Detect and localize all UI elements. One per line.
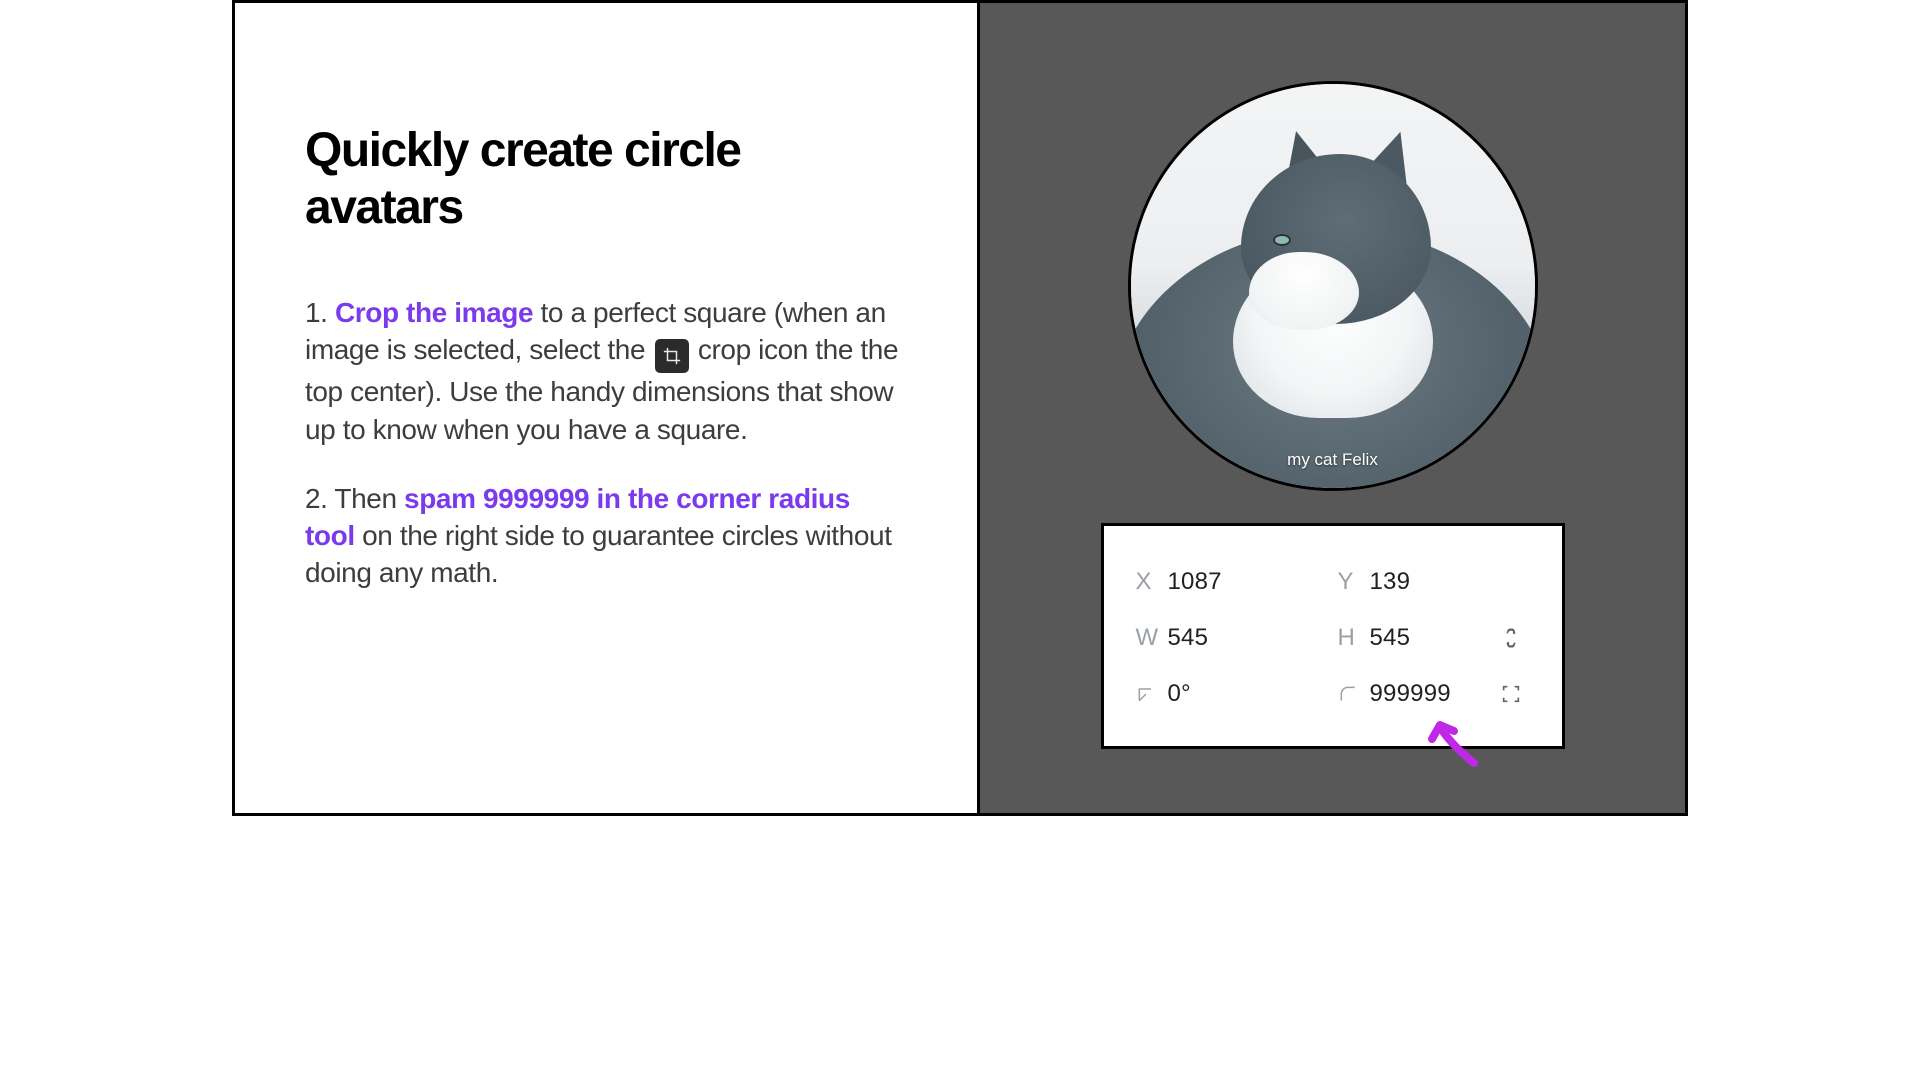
step-1-number: 1.	[305, 297, 335, 328]
position-row: X 1087 Y 139	[1136, 554, 1530, 610]
avatar-caption: my cat Felix	[1131, 450, 1535, 470]
corner-radius-icon	[1338, 684, 1366, 704]
step-2: 2. Then spam 9999999 in the corner radiu…	[305, 480, 907, 592]
avatar-image	[1131, 84, 1535, 488]
step-1: 1. Crop the image to a perfect square (w…	[305, 294, 907, 448]
w-value[interactable]: 545	[1168, 624, 1288, 652]
slide-frame: Quickly create circle avatars 1. Crop th…	[232, 0, 1688, 816]
h-label: H	[1338, 624, 1366, 652]
size-row: W 545 H 545	[1136, 610, 1530, 666]
slide-title: Quickly create circle avatars	[305, 123, 907, 236]
step-2-number: 2. Then	[305, 483, 404, 514]
transform-row: 0° 999999	[1136, 666, 1530, 722]
instructions-pane: Quickly create circle avatars 1. Crop th…	[235, 3, 980, 813]
rotation-value[interactable]: 0°	[1168, 680, 1288, 708]
corner-radius-value[interactable]: 999999	[1370, 680, 1480, 708]
y-label: Y	[1338, 568, 1366, 596]
x-value[interactable]: 1087	[1168, 568, 1288, 596]
properties-panel: X 1087 Y 139 W 545 H 545	[1101, 523, 1565, 749]
y-value[interactable]: 139	[1370, 568, 1480, 596]
rotation-icon	[1136, 684, 1164, 704]
link-dimensions-icon[interactable]	[1484, 627, 1522, 649]
preview-pane: my cat Felix X 1087 Y 139 W 545 H 545	[980, 3, 1685, 813]
step-1-highlight: Crop the image	[335, 297, 533, 328]
w-label: W	[1136, 624, 1164, 652]
x-label: X	[1136, 568, 1164, 596]
avatar-circle: my cat Felix	[1128, 81, 1538, 491]
crop-icon	[655, 339, 689, 373]
independent-corners-icon[interactable]	[1484, 683, 1522, 705]
step-2-text: on the right side to guarantee circles w…	[305, 520, 892, 588]
h-value[interactable]: 545	[1370, 624, 1480, 652]
